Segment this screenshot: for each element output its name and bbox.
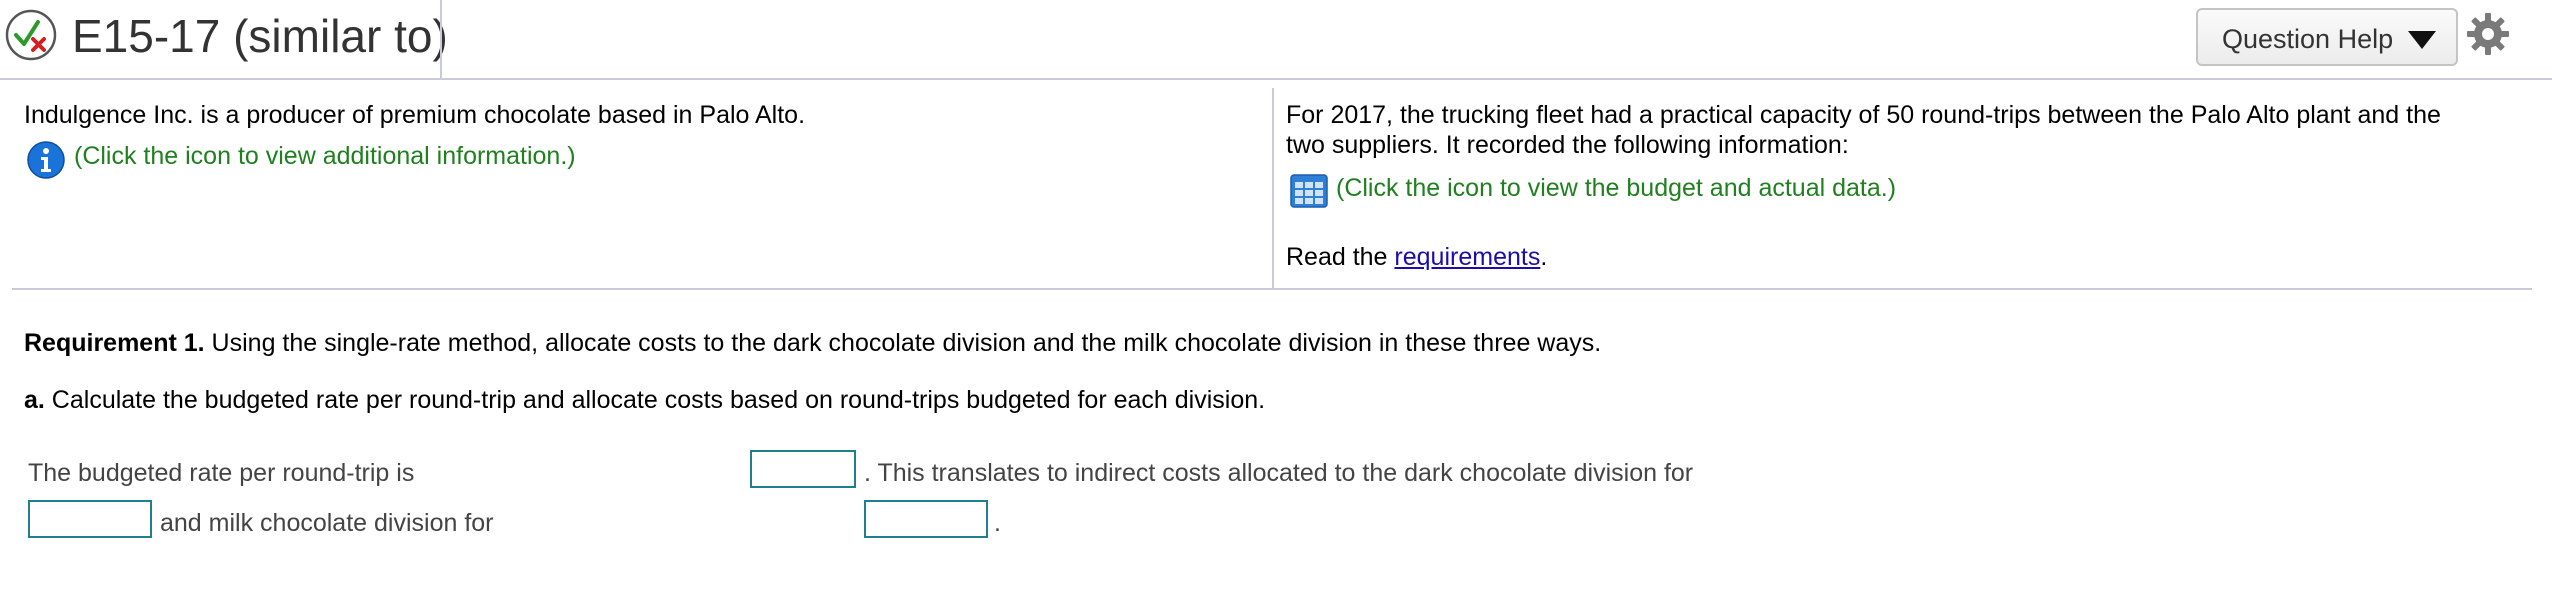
section-divider [12,288,2532,290]
requirement-label: Requirement 1. [24,329,205,357]
milk-label: and milk chocolate division for [160,509,494,537]
rate-label: The budgeted rate per round-trip is [28,459,415,487]
dark-chocolate-cost-input[interactable] [28,500,152,538]
caret-down-icon [2408,31,2436,49]
milk-chocolate-cost-input[interactable] [864,500,988,538]
gear-icon[interactable] [2466,12,2510,56]
partially-correct-icon [5,9,57,61]
table-icon[interactable] [1290,174,1328,208]
fleet-capacity-text: For 2017, the trucking fleet had a pract… [1286,101,2441,129]
part-a-label: a. [24,386,45,414]
requirement-description: Using the single-rate method, allocate c… [204,329,1602,357]
intro-text: Indulgence Inc. is a producer of premium… [24,101,806,129]
question-help-button[interactable]: Question Help [2196,8,2458,66]
part-a-description: Calculate the budgeted rate per round-tr… [44,386,1266,414]
end-period: . [994,509,1001,537]
budget-data-link[interactable]: (Click the icon to view the budget and a… [1336,173,1896,203]
fleet-info-text: two suppliers. It recorded the following… [1286,131,1849,159]
page-title: E15-17 (similar to) [72,10,448,62]
translate-text: . This translates to indirect costs allo… [864,459,1694,487]
read-requirements-line: Read the requirements. [1286,242,1547,272]
budgeted-rate-input[interactable] [750,450,856,488]
read-suffix: . [1540,243,1548,271]
part-a-text: a. Calculate the budgeted rate per round… [24,385,1265,415]
requirement-1-text: Requirement 1. Using the single-rate met… [24,328,1601,358]
question-help-label: Question Help [2222,24,2394,54]
info-icon[interactable] [26,140,66,180]
page: E15-17 (similar to) Question Help Indulg… [0,0,2552,606]
header: E15-17 (similar to) Question Help [0,0,2552,80]
read-prefix: Read the [1286,243,1395,271]
title-divider [440,0,442,78]
additional-info-link[interactable]: (Click the icon to view additional infor… [74,141,576,171]
panel-divider [1272,88,1274,288]
requirements-link[interactable]: requirements [1394,243,1540,271]
